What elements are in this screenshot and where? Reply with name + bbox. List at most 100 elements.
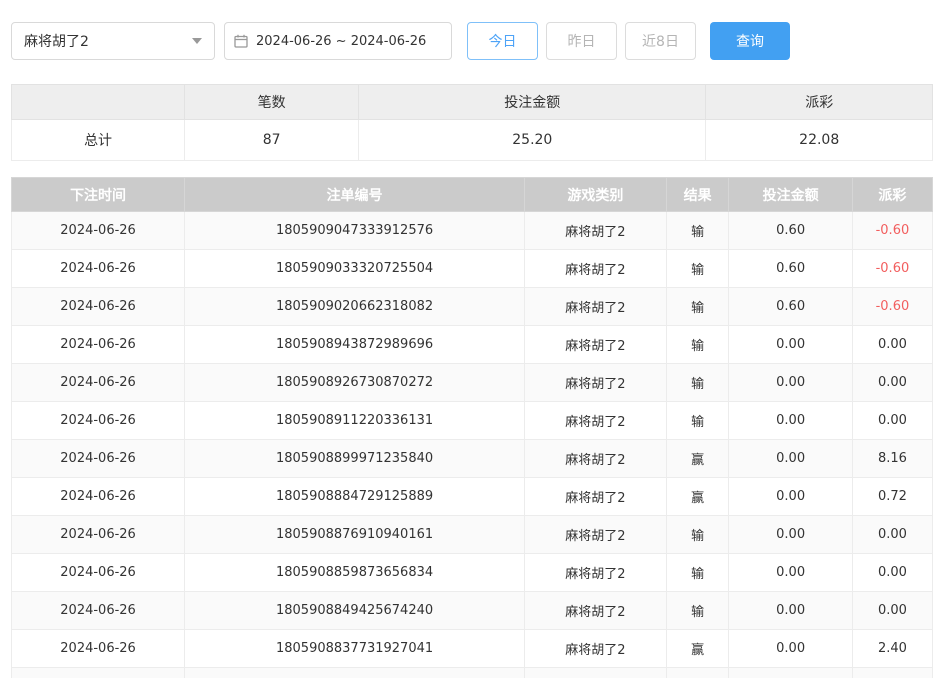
- game-select-value: 麻将胡了2: [24, 31, 89, 51]
- table-row: 2024-06-26 1805908884729125889 麻将胡了2 赢 0…: [12, 478, 933, 516]
- cell-game-type: 麻将胡了2: [524, 250, 666, 288]
- calendar-icon: [234, 34, 248, 48]
- cell-game-type: 麻将胡了2: [524, 402, 666, 440]
- cell-game-type: 麻将胡了2: [524, 592, 666, 630]
- cell-result: 输: [666, 250, 729, 288]
- summary-total-count: 87: [185, 120, 359, 161]
- records-header-row: 下注时间 注单编号 游戏类别 结果 投注金额 派彩: [12, 178, 933, 212]
- table-row: 2024-06-26 1805908849425674240 麻将胡了2 输 0…: [12, 592, 933, 630]
- cell-payout: 2.40: [852, 630, 932, 668]
- cell-payout: -0.60: [852, 250, 932, 288]
- table-row: 2024-06-26 1805908899971235840 麻将胡了2 赢 0…: [12, 440, 933, 478]
- cell-order-id: 1805908884729125889: [185, 478, 525, 516]
- cell-game-type: 麻将胡了2: [524, 288, 666, 326]
- cell-bet-amount: 0.00: [729, 440, 852, 478]
- records-table: 下注时间 注单编号 游戏类别 结果 投注金额 派彩 2024-06-26 180…: [11, 177, 933, 678]
- cell-order-id: 1805908899971235840: [185, 440, 525, 478]
- table-row: 2024-06-26 1805908911220336131 麻将胡了2 输 0…: [12, 402, 933, 440]
- summary-total-row: 总计 87 25.20 22.08: [12, 120, 933, 161]
- chevron-down-icon: [192, 38, 202, 44]
- cell-bet-amount: 0.00: [729, 364, 852, 402]
- cell-result: 输: [666, 516, 729, 554]
- cell-bet-time: 2024-06-26: [12, 554, 185, 592]
- summary-header-payout: 派彩: [706, 85, 933, 120]
- summary-total-payout: 22.08: [706, 120, 933, 161]
- summary-table: 笔数 投注金额 派彩 总计 87 25.20 22.08: [11, 84, 933, 161]
- date-range-value: 2024-06-26 ~ 2024-06-26: [256, 34, 426, 49]
- cell-game-type: 麻将胡了2: [524, 212, 666, 250]
- header-payout: 派彩: [852, 178, 932, 212]
- table-row: 2024-06-26 1805908837731927041 麻将胡了2 赢 0…: [12, 630, 933, 668]
- cell-bet-amount: 0.00: [729, 402, 852, 440]
- cell-bet-amount: 0.00: [729, 516, 852, 554]
- cell-bet-amount: 0.00: [729, 326, 852, 364]
- cell-payout: -0.60: [852, 212, 932, 250]
- summary-header-count: 笔数: [185, 85, 359, 120]
- cell-game-type: 麻将胡了2: [524, 554, 666, 592]
- yesterday-button[interactable]: 昨日: [546, 22, 617, 60]
- cell-bet-time: 2024-06-26: [12, 212, 185, 250]
- cell-order-id: 1805909033320725504: [185, 250, 525, 288]
- cell-payout: 8.16: [852, 440, 932, 478]
- cell-game-type: 麻将胡了2: [524, 326, 666, 364]
- cell-result: 赢: [666, 440, 729, 478]
- cell-order-id: 1805908849425674240: [185, 592, 525, 630]
- cell-order-id: 1805908876910940161: [185, 516, 525, 554]
- summary-total-label: 总计: [12, 120, 185, 161]
- cell-game-type: 麻将胡了2: [524, 478, 666, 516]
- header-result: 结果: [666, 178, 729, 212]
- toolbar: 麻将胡了2 2024-06-26 ~ 2024-06-26 今日 昨日 近8日 …: [11, 22, 933, 60]
- cell-bet-time: 2024-06-26: [12, 592, 185, 630]
- summary-header-bet-amount: 投注金额: [359, 85, 706, 120]
- game-select[interactable]: 麻将胡了2: [11, 22, 215, 60]
- cell-bet-time: 2024-06-26: [12, 630, 185, 668]
- cell-bet-time: 2024-06-26: [12, 440, 185, 478]
- header-order-id: 注单编号: [185, 178, 525, 212]
- cell-payout: 0.00: [852, 364, 932, 402]
- cell-result: 输: [666, 554, 729, 592]
- cell-bet-amount: 0.60: [729, 288, 852, 326]
- cell-payout: 0.00: [852, 516, 932, 554]
- table-row: 2024-06-26 1805909047333912576 麻将胡了2 输 0…: [12, 212, 933, 250]
- summary-header-row: 笔数 投注金额 派彩: [12, 85, 933, 120]
- cell-bet-time: 2024-06-26: [12, 478, 185, 516]
- table-row: 2024-06-26 1805909033320725504 麻将胡了2 输 0…: [12, 250, 933, 288]
- partial-row: [12, 668, 933, 678]
- table-row: 2024-06-26 1805908876910940161 麻将胡了2 输 0…: [12, 516, 933, 554]
- cell-order-id: 1805908837731927041: [185, 630, 525, 668]
- cell-payout: 0.00: [852, 592, 932, 630]
- last-8-days-button[interactable]: 近8日: [625, 22, 696, 60]
- table-row: 2024-06-26 1805908926730870272 麻将胡了2 输 0…: [12, 364, 933, 402]
- cell-result: 输: [666, 364, 729, 402]
- table-row: 2024-06-26 1805908943872989696 麻将胡了2 输 0…: [12, 326, 933, 364]
- cell-bet-time: 2024-06-26: [12, 402, 185, 440]
- summary-total-bet-amount: 25.20: [359, 120, 706, 161]
- cell-result: 输: [666, 288, 729, 326]
- cell-result: 赢: [666, 630, 729, 668]
- cell-game-type: 麻将胡了2: [524, 630, 666, 668]
- cell-order-id: 1805908911220336131: [185, 402, 525, 440]
- cell-payout: 0.72: [852, 478, 932, 516]
- cell-bet-amount: 0.60: [729, 250, 852, 288]
- cell-order-id: 1805908943872989696: [185, 326, 525, 364]
- cell-result: 输: [666, 402, 729, 440]
- cell-order-id: 1805909020662318082: [185, 288, 525, 326]
- cell-bet-time: 2024-06-26: [12, 364, 185, 402]
- cell-bet-amount: 0.00: [729, 554, 852, 592]
- date-range-input[interactable]: 2024-06-26 ~ 2024-06-26: [224, 22, 452, 60]
- today-button[interactable]: 今日: [467, 22, 538, 60]
- records-body: 2024-06-26 1805909047333912576 麻将胡了2 输 0…: [12, 212, 933, 678]
- header-game-type: 游戏类别: [524, 178, 666, 212]
- cell-result: 输: [666, 326, 729, 364]
- query-button[interactable]: 查询: [710, 22, 790, 60]
- cell-order-id: 1805908926730870272: [185, 364, 525, 402]
- cell-bet-amount: 0.00: [729, 592, 852, 630]
- cell-bet-amount: 0.00: [729, 478, 852, 516]
- cell-bet-amount: 0.00: [729, 630, 852, 668]
- cell-game-type: 麻将胡了2: [524, 440, 666, 478]
- cell-game-type: 麻将胡了2: [524, 364, 666, 402]
- cell-payout: -0.60: [852, 288, 932, 326]
- table-row: 2024-06-26 1805908859873656834 麻将胡了2 输 0…: [12, 554, 933, 592]
- betting-records-page: 麻将胡了2 2024-06-26 ~ 2024-06-26 今日 昨日 近8日 …: [0, 0, 944, 678]
- cell-game-type: 麻将胡了2: [524, 516, 666, 554]
